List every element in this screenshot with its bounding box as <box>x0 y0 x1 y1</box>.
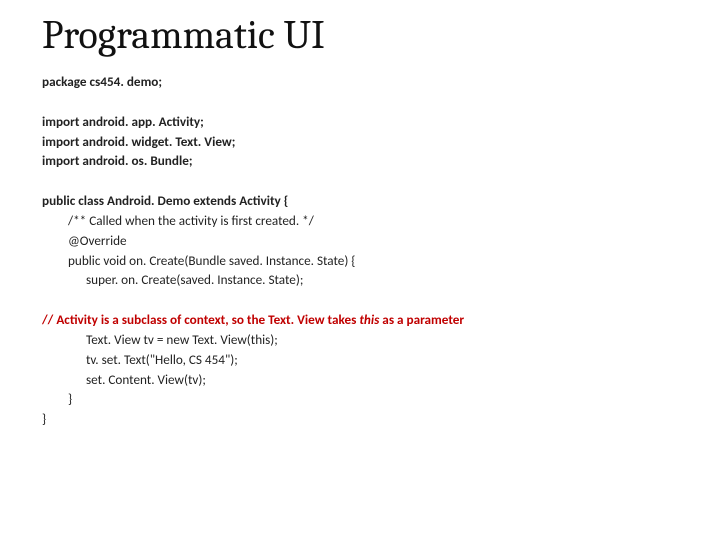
code-line: Text. View tv = new Text. View(this); <box>42 330 692 350</box>
comment-italic: this <box>359 311 379 328</box>
blank-line <box>42 92 692 112</box>
code-line: super. on. Create(saved. Instance. State… <box>42 270 692 290</box>
code-line: import android. os. Bundle; <box>42 151 692 171</box>
slide-title: Programmatic UI <box>42 12 692 58</box>
blank-line <box>42 290 692 310</box>
code-line: tv. set. Text("Hello, CS 454"); <box>42 350 692 370</box>
code-line: /** Called when the activity is first cr… <box>42 211 692 231</box>
comment-line: // Activity is a subclass of context, so… <box>42 310 692 330</box>
slide: Programmatic UI package cs454. demo; imp… <box>0 0 720 540</box>
code-line: } <box>42 409 692 429</box>
code-line: set. Content. View(tv); <box>42 370 692 390</box>
code-block: package cs454. demo; import android. app… <box>42 72 692 429</box>
code-line: public void on. Create(Bundle saved. Ins… <box>42 251 692 271</box>
blank-line <box>42 171 692 191</box>
code-line: @Override <box>42 231 692 251</box>
code-line: package cs454. demo; <box>42 72 692 92</box>
code-line: import android. widget. Text. View; <box>42 132 692 152</box>
code-line: import android. app. Activity; <box>42 112 692 132</box>
code-line: public class Android. Demo extends Activ… <box>42 191 692 211</box>
comment-text: // Activity is a subclass of context, so… <box>42 311 359 328</box>
comment-text: as a parameter <box>379 311 464 328</box>
code-line: } <box>42 389 692 409</box>
